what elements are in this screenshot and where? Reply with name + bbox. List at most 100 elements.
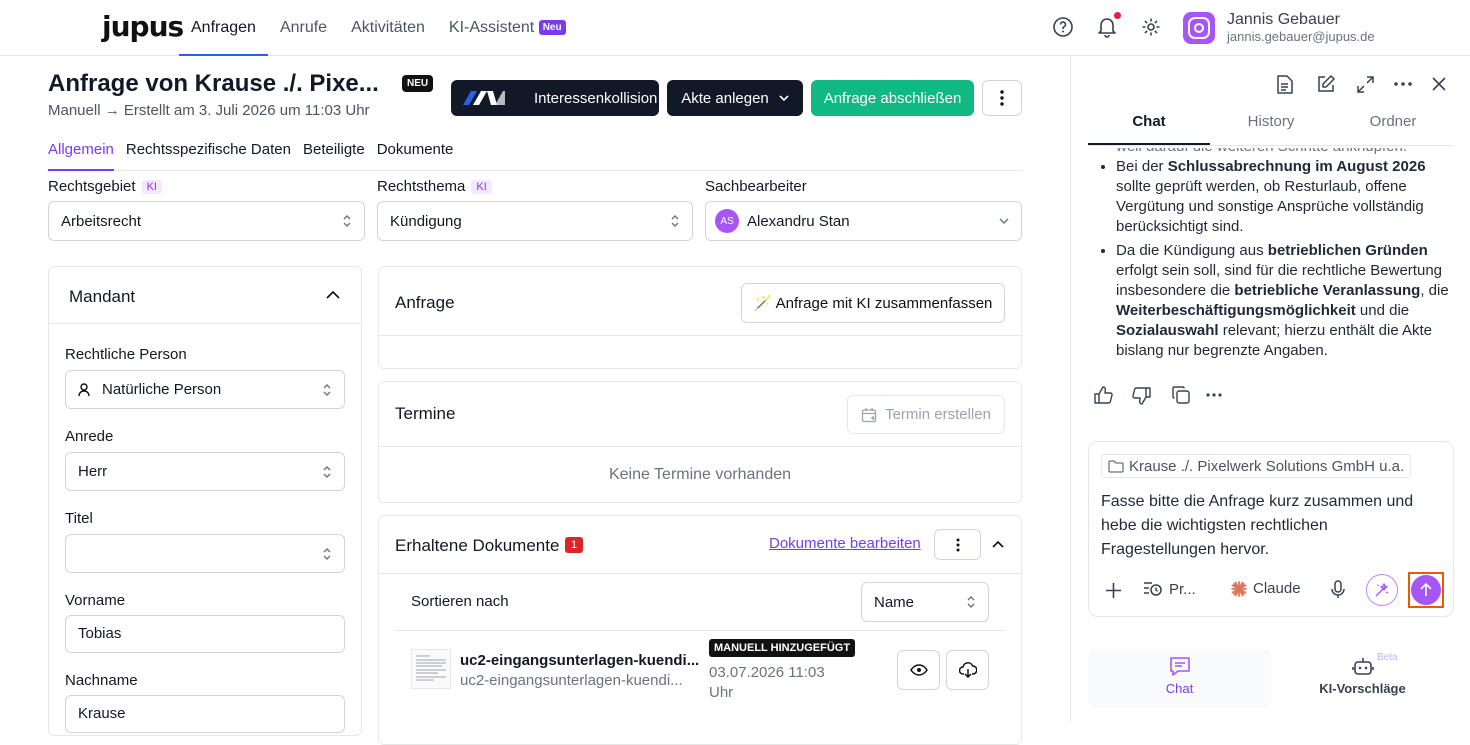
send-button-circle bbox=[1411, 575, 1441, 605]
tab-ordner[interactable]: Ordner bbox=[1332, 104, 1454, 145]
tab-beteiligte[interactable]: Beteiligte bbox=[303, 140, 365, 171]
sort-select[interactable]: Name bbox=[861, 582, 989, 622]
tab-dokumente[interactable]: Dokumente bbox=[377, 140, 454, 171]
magic-wand-icon bbox=[1375, 583, 1389, 597]
new-badge: NEU bbox=[402, 75, 434, 92]
bell-icon[interactable] bbox=[1097, 12, 1121, 38]
assignee-avatar: AS bbox=[715, 209, 739, 233]
chevron-up-icon[interactable] bbox=[326, 291, 340, 299]
cloud-download-icon bbox=[958, 662, 977, 678]
user-email: jannis.gebauer@jupus.de bbox=[1227, 29, 1375, 44]
help-icon[interactable] bbox=[1052, 16, 1074, 38]
documents-more-button[interactable] bbox=[934, 529, 981, 560]
thumbs-down-icon[interactable] bbox=[1132, 387, 1151, 405]
thumbs-up-icon[interactable] bbox=[1094, 386, 1113, 404]
vorname-label: Vorname bbox=[65, 592, 126, 609]
divider bbox=[395, 630, 1005, 631]
page-subtitle: Manuell → Erstellt am 3. Juli 2026 um 11… bbox=[48, 102, 370, 119]
tab-allgemein[interactable]: Allgemein bbox=[48, 140, 114, 171]
updown-icon bbox=[323, 384, 331, 396]
ai-summarize-button[interactable]: 🪄 Anfrage mit KI zusammenfassen bbox=[741, 283, 1005, 323]
create-appointment-button[interactable]: Termin erstellen bbox=[847, 395, 1005, 434]
vorname-input[interactable]: Tobias bbox=[65, 615, 345, 653]
tab-history[interactable]: History bbox=[1210, 104, 1332, 145]
nav-tab-anrufe[interactable]: Anrufe bbox=[268, 0, 339, 56]
tab-rechtsspezifische-daten[interactable]: Rechtsspezifische Daten bbox=[126, 140, 291, 171]
folder-icon bbox=[1108, 459, 1124, 473]
more-horizontal-icon[interactable] bbox=[1206, 393, 1222, 397]
rechtsthema-value: Kündigung bbox=[390, 212, 462, 230]
tab-chat[interactable]: Chat bbox=[1088, 104, 1210, 145]
nav-tab-anfragen[interactable]: Anfragen bbox=[179, 0, 268, 56]
bottom-tab-chat-label: Chat bbox=[1165, 681, 1194, 696]
termine-title: Termine bbox=[395, 404, 456, 423]
updown-icon bbox=[671, 215, 679, 227]
arrow-up-icon bbox=[1420, 583, 1432, 596]
bold-text: betriebliche Veranlassung bbox=[1234, 282, 1421, 299]
claude-icon bbox=[1231, 580, 1247, 597]
document-thumbnail[interactable] bbox=[411, 649, 451, 689]
robot-icon bbox=[1351, 658, 1374, 675]
view-document-button[interactable] bbox=[897, 650, 940, 690]
message-bullets: Bei der Schlussabrechnung im August 2026… bbox=[1091, 157, 1457, 361]
microphone-icon[interactable] bbox=[1331, 580, 1345, 599]
document-icon[interactable] bbox=[1276, 75, 1293, 94]
panel-bottom-nav: Chat Beta KI-Vorschläge bbox=[1088, 650, 1454, 708]
nav-tab-aktivitaeten[interactable]: Aktivitäten bbox=[339, 0, 437, 56]
anrede-select[interactable]: Herr bbox=[65, 452, 345, 491]
documents-count-badge: 1 bbox=[565, 537, 584, 553]
detail-tabs: Allgemein Rechtsspezifische Daten Beteil… bbox=[48, 140, 1022, 171]
gear-icon[interactable] bbox=[1141, 16, 1161, 38]
nav-tab-ki-assistent[interactable]: KI-Assistent Neu bbox=[437, 0, 578, 56]
model-select[interactable]: Claude bbox=[1231, 580, 1301, 597]
sachbearbeiter-select[interactable]: AS Alexandru Stan bbox=[705, 201, 1022, 241]
rechtliche-person-select[interactable]: Natürliche Person bbox=[65, 370, 345, 409]
user-menu[interactable]: Jannis Gebauer jannis.gebauer@jupus.de bbox=[1183, 11, 1375, 45]
new-badge: Neu bbox=[538, 20, 566, 35]
updown-icon bbox=[323, 548, 331, 560]
nachname-input[interactable]: Krause bbox=[65, 695, 345, 733]
chat-bubble-icon bbox=[1169, 657, 1190, 676]
rechtliche-person-value: Natürliche Person bbox=[102, 381, 222, 398]
close-request-button[interactable]: Anfrage abschließen bbox=[811, 80, 974, 116]
rechtsthema-select[interactable]: Kündigung bbox=[377, 201, 693, 241]
app-logo[interactable]: jupus bbox=[102, 10, 184, 43]
anrede-label: Anrede bbox=[65, 428, 114, 445]
conflict-check-button[interactable]: Interessenkollision bbox=[451, 80, 659, 116]
rechtsgebiet-select[interactable]: Arbeitsrecht bbox=[48, 201, 365, 241]
prompts-button[interactable]: Pr... bbox=[1143, 580, 1196, 598]
updown-icon bbox=[967, 596, 975, 608]
text-segment: Da die Kündigung aus bbox=[1116, 242, 1268, 259]
documents-title: Erhaltene Dokumente bbox=[395, 536, 560, 555]
model-label: Claude bbox=[1253, 580, 1301, 597]
create-file-button[interactable]: Akte anlegen bbox=[667, 80, 803, 116]
bottom-tab-chat[interactable]: Chat bbox=[1088, 650, 1271, 708]
user-name: Jannis Gebauer bbox=[1227, 11, 1340, 28]
magic-wand-button[interactable] bbox=[1366, 574, 1398, 606]
chevron-up-icon[interactable] bbox=[992, 541, 1004, 548]
close-icon[interactable] bbox=[1432, 77, 1446, 91]
mandant-title: Mandant bbox=[69, 287, 136, 306]
context-chip[interactable]: Krause ./. Pixelwerk Solutions GmbH u.a. bbox=[1101, 454, 1412, 478]
more-options-button[interactable] bbox=[982, 80, 1022, 116]
document-date-suffix: Uhr bbox=[709, 684, 734, 701]
send-button[interactable] bbox=[1408, 572, 1444, 608]
bottom-tab-ki-label: KI-Vorschläge bbox=[1319, 681, 1406, 696]
bottom-tab-ki-vorschlaege[interactable]: Beta KI-Vorschläge bbox=[1271, 650, 1454, 708]
updown-icon bbox=[323, 466, 331, 478]
download-document-button[interactable] bbox=[946, 650, 989, 690]
text-segment: Bei der bbox=[1116, 158, 1168, 175]
titel-label: Titel bbox=[65, 510, 93, 527]
expand-icon[interactable] bbox=[1357, 76, 1374, 93]
more-horizontal-icon[interactable] bbox=[1394, 82, 1412, 86]
edit-documents-link[interactable]: Dokumente bearbeiten bbox=[769, 535, 921, 552]
copy-icon[interactable] bbox=[1172, 386, 1190, 404]
sachbearbeiter-label: Sachbearbeiter bbox=[705, 178, 807, 195]
document-name[interactable]: uc2-eingangsunterlagen-kuendi... bbox=[460, 652, 699, 669]
chat-input[interactable]: Fasse bitte die Anfrage kurz zusammen un… bbox=[1101, 490, 1446, 562]
brand-icon bbox=[463, 91, 505, 105]
titel-select[interactable] bbox=[65, 534, 345, 573]
plus-icon[interactable] bbox=[1105, 582, 1122, 599]
edit-icon[interactable] bbox=[1317, 75, 1335, 93]
page-title: Anfrage von Krause ./. Pixe... bbox=[48, 70, 379, 97]
